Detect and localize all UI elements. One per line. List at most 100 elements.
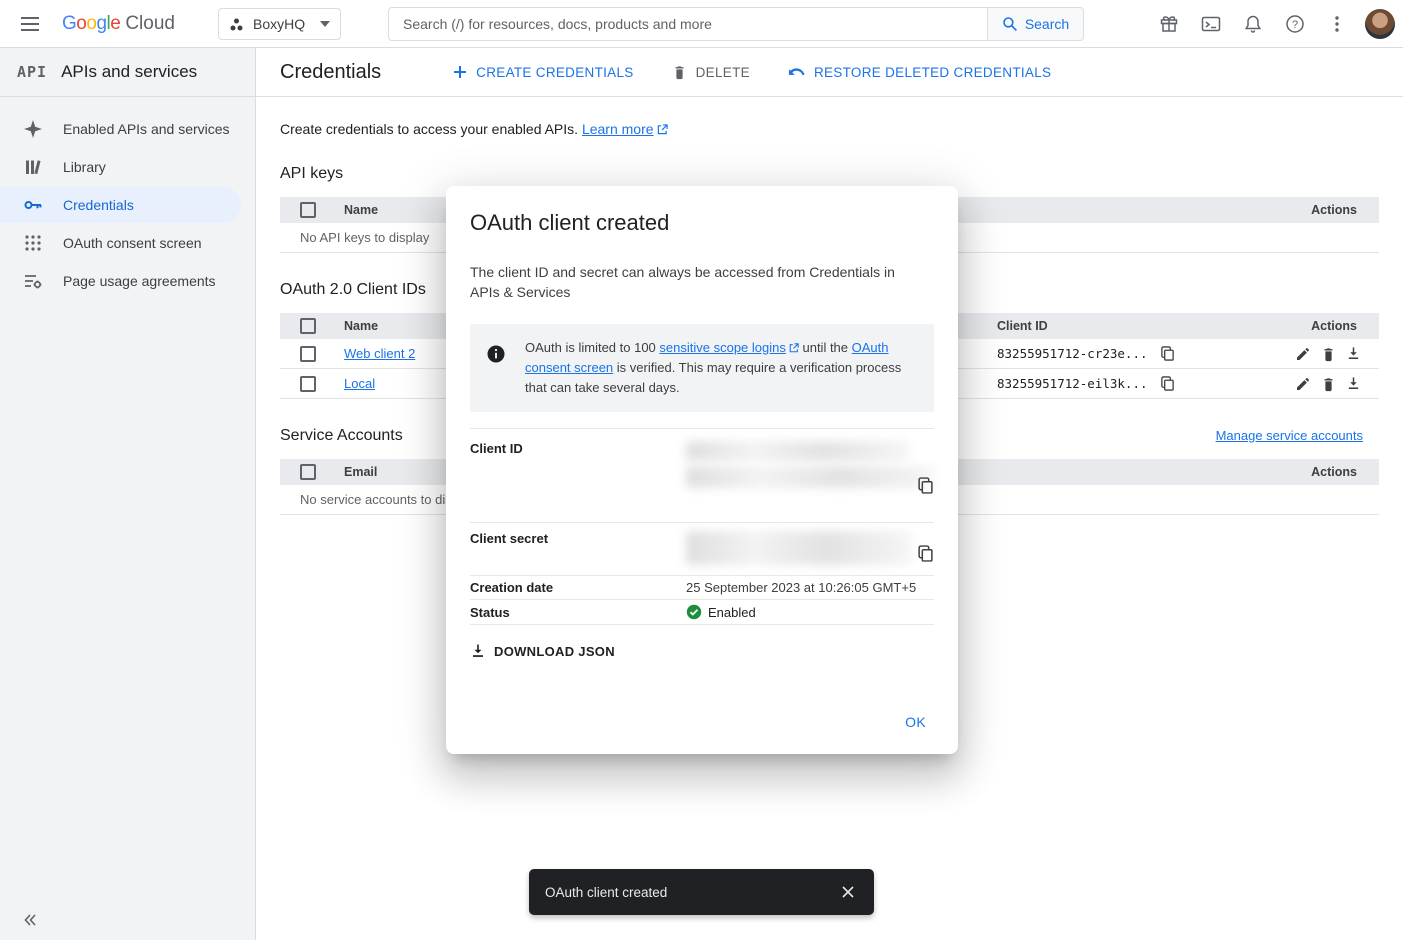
enabled-apis-icon: [23, 119, 43, 139]
restore-icon: [788, 65, 805, 79]
sidebar-item-label: Enabled APIs and services: [63, 121, 230, 137]
sidebar-item-oauth-consent[interactable]: OAuth consent screen: [0, 225, 241, 261]
client-secret-row: Client secret: [470, 522, 934, 575]
topbar-actions: ?: [1149, 0, 1395, 48]
download-icon: [1346, 346, 1361, 361]
copy-icon: [1160, 346, 1175, 361]
gift-icon: [1159, 14, 1179, 34]
sidebar-item-enabled-apis[interactable]: Enabled APIs and services: [0, 111, 241, 147]
close-icon: [841, 885, 855, 899]
sidebar-item-page-usage[interactable]: Page usage agreements: [0, 263, 241, 299]
hamburger-menu-icon: [21, 17, 39, 31]
dialog-body-text: The client ID and secret can always be a…: [470, 262, 910, 302]
manage-service-accounts-link[interactable]: Manage service accounts: [1216, 428, 1363, 443]
api-product-icon: API: [17, 63, 47, 81]
key-icon: [23, 195, 43, 215]
snackbar: OAuth client created: [529, 869, 874, 915]
column-header-actions: Actions: [1229, 465, 1379, 479]
pencil-icon: [1295, 376, 1311, 392]
service-accounts-heading: Service Accounts: [280, 427, 403, 445]
collapse-sidebar-button[interactable]: [22, 912, 38, 928]
copy-client-id-button[interactable]: [1158, 344, 1177, 363]
client-id-redacted-value: [686, 466, 934, 488]
select-all-checkbox[interactable]: [300, 202, 316, 218]
cloud-shell-button[interactable]: [1191, 4, 1231, 44]
google-cloud-logo[interactable]: Google Cloud: [62, 0, 175, 48]
more-options-button[interactable]: [1317, 4, 1357, 44]
download-icon: [470, 643, 486, 659]
client-secret-redacted-value: [686, 531, 912, 565]
search-input[interactable]: [389, 8, 987, 40]
client-secret-label: Client secret: [470, 531, 686, 565]
sidebar-item-library[interactable]: Library: [0, 149, 241, 185]
client-id-label: Client ID: [470, 441, 686, 488]
ok-button[interactable]: OK: [895, 706, 936, 738]
search-bar: Search: [388, 7, 1084, 41]
search-icon: [1002, 16, 1018, 32]
info-icon: [486, 344, 506, 398]
user-avatar[interactable]: [1365, 9, 1395, 39]
google-logo-text: Google: [62, 13, 120, 35]
creation-date-row: Creation date 25 September 2023 at 10:26…: [470, 575, 934, 599]
download-row-button[interactable]: [1344, 374, 1363, 394]
column-header-actions: Actions: [1229, 203, 1379, 217]
sidebar-item-credentials[interactable]: Credentials: [0, 187, 241, 223]
edit-button[interactable]: [1293, 374, 1313, 394]
delete-row-button[interactable]: [1319, 344, 1338, 364]
column-header-actions: Actions: [1229, 319, 1379, 333]
external-link-icon: [657, 124, 668, 135]
status-label: Status: [470, 605, 686, 620]
bell-icon: [1243, 14, 1263, 34]
promotions-button[interactable]: [1149, 4, 1189, 44]
search-button[interactable]: Search: [987, 8, 1083, 40]
restore-deleted-credentials-button[interactable]: RESTORE DELETED CREDENTIALS: [776, 57, 1063, 88]
cloud-shell-icon: [1201, 14, 1221, 34]
trash-icon: [1321, 376, 1336, 392]
copy-client-id-button[interactable]: [917, 477, 934, 494]
delete-row-button[interactable]: [1319, 374, 1338, 394]
create-credentials-button[interactable]: CREATE CREDENTIALS: [441, 57, 645, 88]
oauth-client-name-link[interactable]: Web client 2: [344, 346, 415, 361]
select-all-checkbox[interactable]: [300, 318, 316, 334]
pencil-icon: [1295, 346, 1311, 362]
oauth-client-name-link[interactable]: Local: [344, 376, 375, 391]
external-link-icon: [789, 343, 799, 353]
oauth-limit-notice: OAuth is limited to 100 sensitive scope …: [470, 324, 934, 412]
create-credentials-label: CREATE CREDENTIALS: [476, 65, 633, 80]
client-id-redacted-value: [686, 441, 910, 461]
snackbar-close-button[interactable]: [830, 874, 866, 910]
copy-client-secret-button[interactable]: [917, 545, 934, 562]
row-checkbox[interactable]: [300, 346, 316, 362]
project-logo-icon: [229, 17, 244, 32]
copy-icon: [917, 545, 934, 562]
select-all-checkbox[interactable]: [300, 464, 316, 480]
help-button[interactable]: ?: [1275, 4, 1315, 44]
project-selector[interactable]: BoxyHQ: [218, 8, 341, 40]
hamburger-menu-button[interactable]: [0, 0, 60, 48]
sidebar-item-label: Page usage agreements: [63, 273, 216, 289]
notifications-button[interactable]: [1233, 4, 1273, 44]
sidebar-item-label: Credentials: [63, 197, 134, 213]
api-keys-empty-text: No API keys to display: [280, 230, 429, 245]
notice-mid: until the: [799, 340, 852, 355]
status-enabled-icon: [686, 604, 702, 620]
delete-button[interactable]: DELETE: [660, 56, 762, 88]
api-keys-heading: API keys: [280, 165, 1379, 183]
sensitive-scope-logins-link[interactable]: sensitive scope logins: [659, 340, 785, 355]
collapse-sidebar-icon: [22, 912, 38, 928]
search-button-label: Search: [1025, 16, 1069, 32]
copy-client-id-button[interactable]: [1158, 374, 1177, 393]
page-toolbar: Credentials CREATE CREDENTIALS DELETE RE…: [256, 48, 1403, 97]
download-json-button[interactable]: DOWNLOAD JSON: [470, 637, 627, 665]
download-row-button[interactable]: [1344, 344, 1363, 364]
svg-text:?: ?: [1292, 19, 1298, 31]
top-bar: Google Cloud BoxyHQ Search: [0, 0, 1403, 48]
sidebar: API APIs and services Enabled APIs and s…: [0, 48, 256, 940]
edit-button[interactable]: [1293, 344, 1313, 364]
dialog-fields: Client ID Client secret Creation date 25…: [470, 428, 934, 625]
project-name: BoxyHQ: [253, 16, 305, 32]
creation-date-label: Creation date: [470, 580, 686, 595]
row-checkbox[interactable]: [300, 376, 316, 392]
trash-icon: [1321, 346, 1336, 362]
learn-more-link[interactable]: Learn more: [582, 121, 654, 137]
